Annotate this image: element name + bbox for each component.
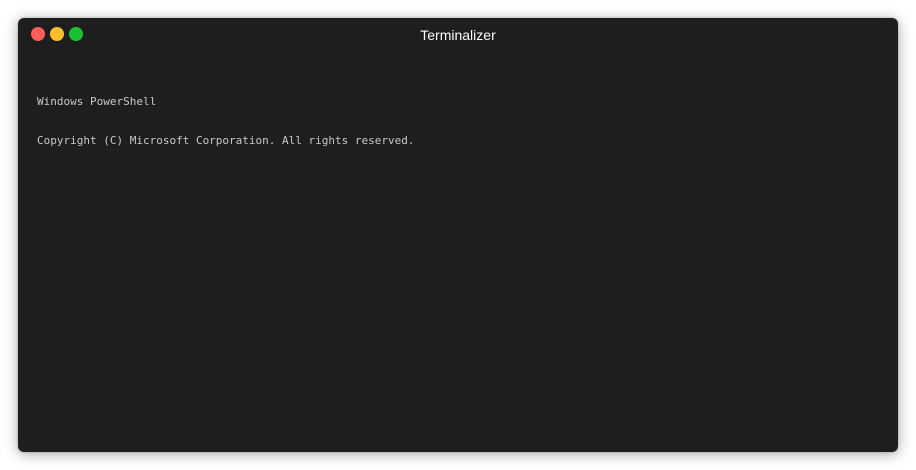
terminal-line: Windows PowerShell	[37, 95, 157, 108]
window-title: Terminalizer	[420, 27, 496, 43]
terminal-output[interactable]: Windows PowerShell Copyright (C) Microso…	[37, 69, 879, 442]
terminal-window: Terminalizer Windows PowerShell Copyrigh…	[18, 18, 898, 452]
terminal-line: Copyright (C) Microsoft Corporation. All…	[37, 134, 415, 147]
title-bar: Terminalizer	[18, 18, 898, 52]
